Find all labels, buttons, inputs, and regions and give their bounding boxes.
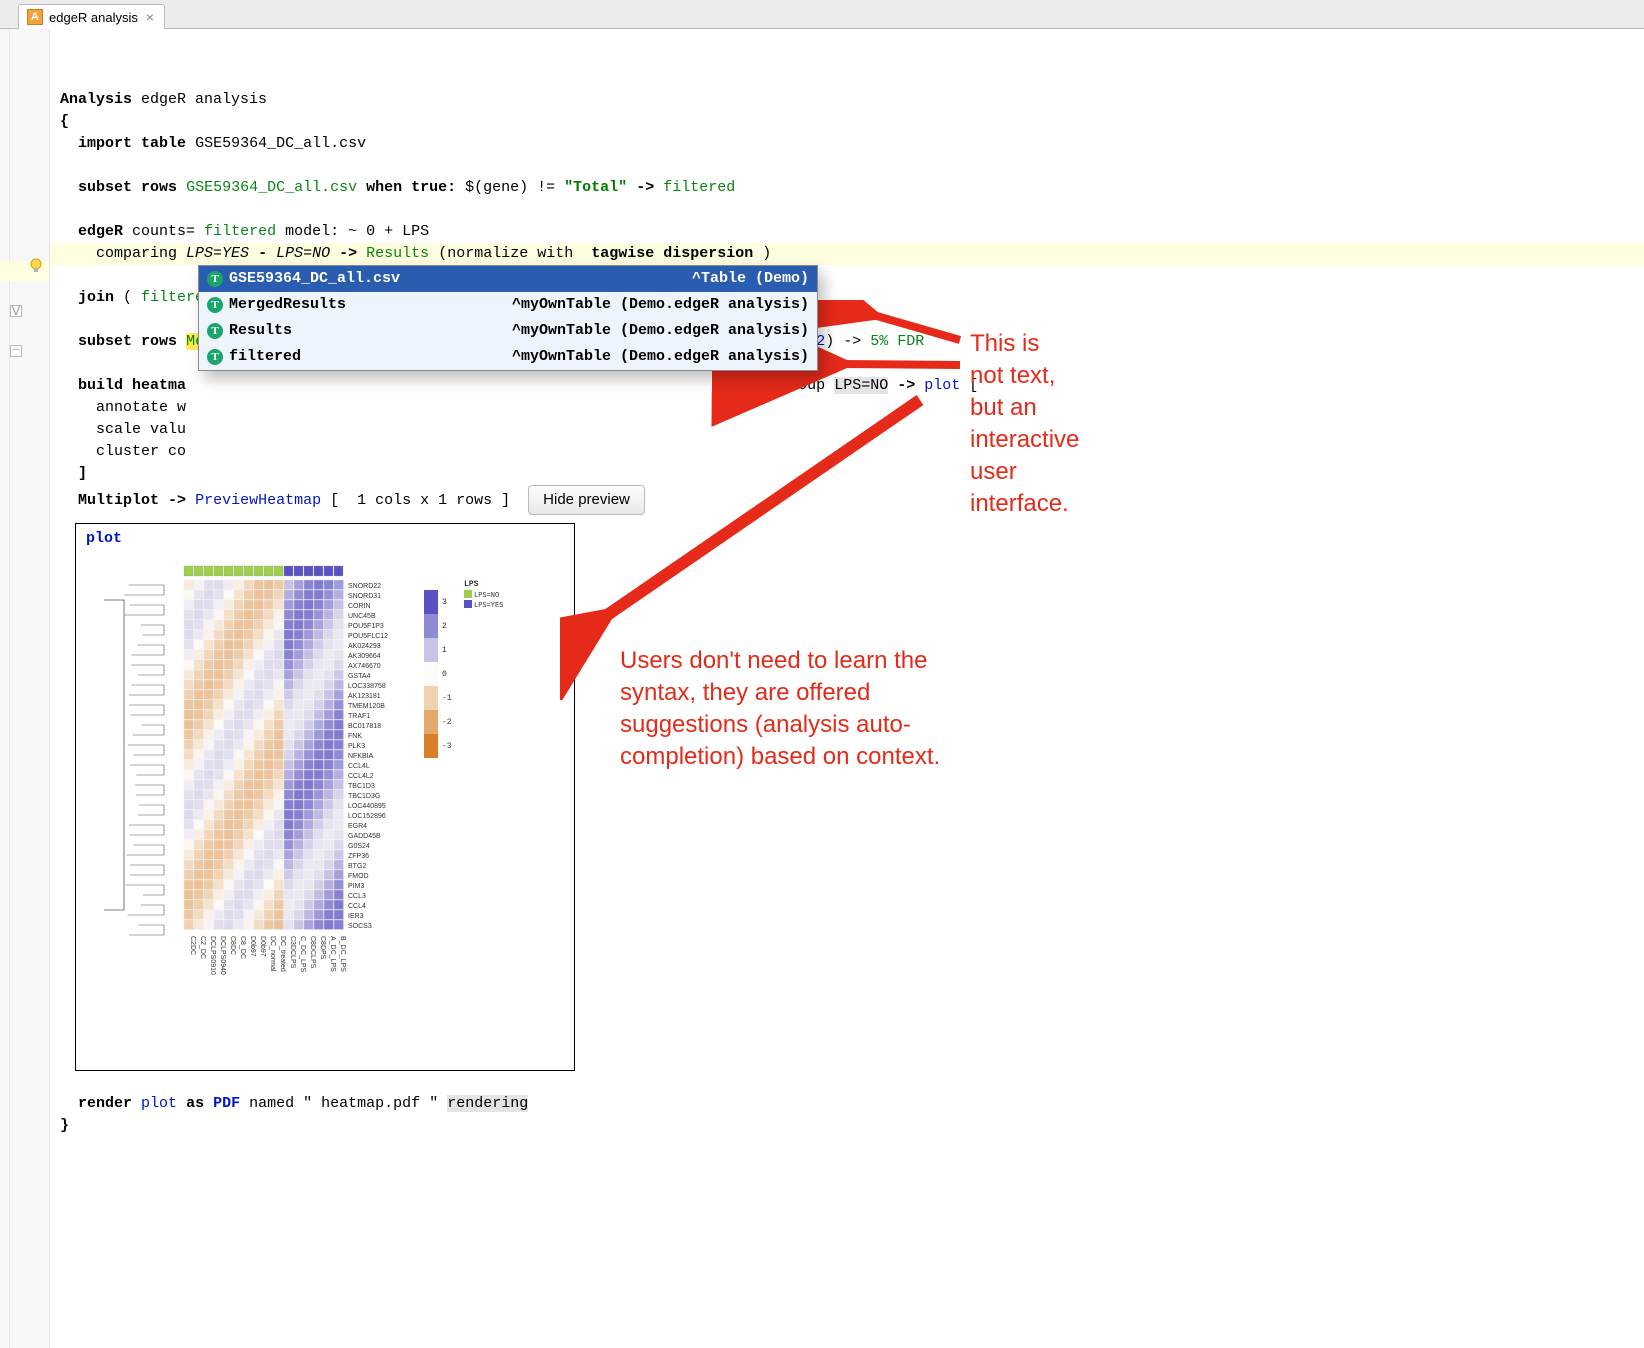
tab-label: edgeR analysis xyxy=(49,10,138,25)
kw-subset: subset rows xyxy=(78,179,177,196)
svg-text:GSTA4: GSTA4 xyxy=(348,673,371,680)
analysis-name: edgeR analysis xyxy=(141,91,267,108)
plot-title: plot xyxy=(86,528,122,550)
svg-text:LOC338758: LOC338758 xyxy=(348,683,386,690)
svg-text:C3DCLPS: C3DCLPS xyxy=(289,936,296,969)
svg-text:SNORD31: SNORD31 xyxy=(348,593,381,600)
gutter: ⋁ － xyxy=(0,29,50,1348)
svg-text:C8DCLPS: C8DCLPS xyxy=(309,936,316,969)
subset1-src: GSE59364_DC_all.csv xyxy=(186,179,357,196)
svg-text:C2DC: C2DC xyxy=(189,936,196,955)
svg-text:C8DC: C8DC xyxy=(229,936,236,955)
svg-text:LOC152896: LOC152896 xyxy=(348,813,386,820)
fold-handle-icon[interactable]: ⋁ xyxy=(10,305,22,317)
kw-import: import table xyxy=(78,135,186,152)
svg-text:C2_DC: C2_DC xyxy=(199,936,206,959)
autocomplete-popup[interactable]: TGSE59364_DC_all.csv^Table (Demo)TMerged… xyxy=(198,265,818,371)
tab-bar: A edgeR analysis × xyxy=(0,0,1644,29)
table-type-icon: T xyxy=(207,349,223,365)
svg-text:CCL4: CCL4 xyxy=(348,903,366,910)
close-icon[interactable]: × xyxy=(144,9,156,25)
svg-text:DCLPS0940: DCLPS0940 xyxy=(219,936,226,975)
svg-text:TBC1D3: TBC1D3 xyxy=(348,783,375,790)
svg-text:DC_normal: DC_normal xyxy=(269,936,276,972)
svg-text:UNC45B: UNC45B xyxy=(348,613,376,620)
svg-text:CCL4L: CCL4L xyxy=(348,763,370,770)
table-type-icon: T xyxy=(207,297,223,313)
svg-text:LPS: LPS xyxy=(464,580,479,589)
svg-text:PLK3: PLK3 xyxy=(348,743,365,750)
autocomplete-item[interactable]: TMergedResults^myOwnTable (Demo.edgeR an… xyxy=(199,292,817,318)
table-type-icon: T xyxy=(207,271,223,287)
svg-text:SNORD22: SNORD22 xyxy=(348,583,381,590)
svg-text:GADD45B: GADD45B xyxy=(348,833,381,840)
svg-text:2: 2 xyxy=(442,622,447,631)
svg-text:LPS=YES: LPS=YES xyxy=(474,602,503,610)
svg-text:3: 3 xyxy=(442,598,447,607)
intention-bulb-icon[interactable] xyxy=(28,258,44,277)
svg-text:LOC440895: LOC440895 xyxy=(348,803,386,810)
svg-text:DCLPS0910: DCLPS0910 xyxy=(209,936,216,975)
svg-text:0: 0 xyxy=(442,670,447,679)
svg-text:BTG2: BTG2 xyxy=(348,863,366,870)
plot-preview: plot SNORD22 SNORD31 CORIN UNC45B POU5F1P3 PO… xyxy=(75,523,575,1071)
autocomplete-item[interactable]: TResults^myOwnTable (Demo.edgeR analysis… xyxy=(199,318,817,344)
svg-text:FNK: FNK xyxy=(348,733,362,740)
svg-text:C8_DC: C8_DC xyxy=(239,936,246,959)
svg-text:DC_treated: DC_treated xyxy=(279,936,286,972)
svg-text:CCL3: CCL3 xyxy=(348,893,366,900)
svg-text:TRAF1: TRAF1 xyxy=(348,713,370,720)
svg-text:IER3: IER3 xyxy=(348,913,364,920)
svg-text:A_DC_LPS: A_DC_LPS xyxy=(329,936,336,972)
svg-text:PIM3: PIM3 xyxy=(348,883,364,890)
svg-text:BC017818: BC017818 xyxy=(348,723,381,730)
svg-text:POU5F1P3: POU5F1P3 xyxy=(348,623,384,630)
svg-text:EGR4: EGR4 xyxy=(348,823,367,830)
svg-text:G0S24: G0S24 xyxy=(348,843,370,850)
svg-text:-3: -3 xyxy=(442,742,452,751)
import-file: GSE59364_DC_all.csv xyxy=(195,135,366,152)
svg-text:AK024293: AK024293 xyxy=(348,643,381,650)
kw-analysis: Analysis xyxy=(60,91,132,108)
annotation-right: This is not text, but an interactive use… xyxy=(970,328,1079,520)
svg-text:AK123181: AK123181 xyxy=(348,693,381,700)
subset1-out: filtered xyxy=(663,179,735,196)
svg-text:ZFP36: ZFP36 xyxy=(348,853,369,860)
analysis-file-icon: A xyxy=(27,9,43,25)
svg-text:C8DPS: C8DPS xyxy=(319,936,326,960)
svg-text:CORIN: CORIN xyxy=(348,603,371,610)
svg-text:LPS=NO: LPS=NO xyxy=(474,592,499,600)
svg-text:TBC1D3G: TBC1D3G xyxy=(348,793,380,800)
heatmap-chart: SNORD22 SNORD31 CORIN UNC45B POU5F1P3 POU5FLC… xyxy=(84,560,564,1060)
table-type-icon: T xyxy=(207,323,223,339)
svg-text:FMOD: FMOD xyxy=(348,873,369,880)
svg-text:-2: -2 xyxy=(442,718,452,727)
svg-text:D0b97: D0b97 xyxy=(249,936,256,957)
svg-text:1: 1 xyxy=(442,646,447,655)
svg-text:NFKBIA: NFKBIA xyxy=(348,753,374,760)
fold-handle-icon[interactable]: － xyxy=(10,345,22,357)
svg-text:-1: -1 xyxy=(442,694,452,703)
svg-text:CCL4L2: CCL4L2 xyxy=(348,773,374,780)
svg-text:TMEM120B: TMEM120B xyxy=(348,703,385,710)
svg-text:AX746670: AX746670 xyxy=(348,663,381,670)
svg-text:D0b97: D0b97 xyxy=(259,936,266,957)
svg-text:AK309664: AK309664 xyxy=(348,653,381,660)
editor-tab[interactable]: A edgeR analysis × xyxy=(18,4,165,29)
autocomplete-item[interactable]: TGSE59364_DC_all.csv^Table (Demo) xyxy=(199,266,817,292)
svg-text:SOCS3: SOCS3 xyxy=(348,923,372,930)
svg-text:C_DC_LPS: C_DC_LPS xyxy=(299,936,306,973)
svg-text:POU5FLC12: POU5FLC12 xyxy=(348,633,388,640)
svg-text:B_DC_LPS: B_DC_LPS xyxy=(339,936,346,972)
autocomplete-item[interactable]: Tfiltered^myOwnTable (Demo.edgeR analysi… xyxy=(199,344,817,370)
